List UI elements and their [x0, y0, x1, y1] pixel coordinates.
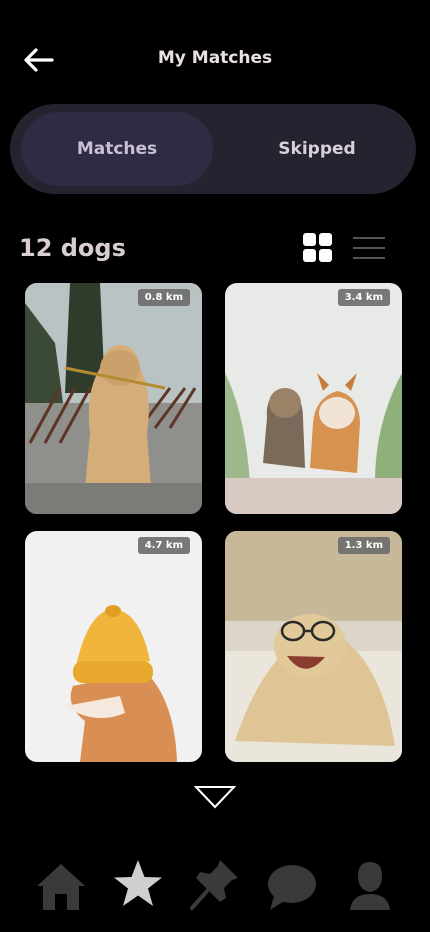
chevron-down-icon: [193, 786, 237, 809]
star-icon: [114, 860, 162, 906]
home-icon: [37, 864, 85, 910]
nav-home[interactable]: [33, 856, 89, 912]
header: My Matches: [0, 32, 430, 88]
pin-icon: [190, 860, 238, 910]
load-more-button[interactable]: [193, 784, 237, 810]
bottom-nav: [0, 852, 430, 918]
distance-badge: 1.3 km: [337, 537, 390, 554]
dog-card[interactable]: 1.3 km: [225, 531, 402, 762]
dog-card[interactable]: 3.4 km: [225, 283, 402, 514]
grid-view-button[interactable]: [303, 233, 333, 263]
dog-photo: [25, 531, 202, 762]
dog-card[interactable]: 0.8 km: [25, 283, 202, 514]
tab-skipped[interactable]: Skipped: [221, 112, 413, 186]
nav-pinned[interactable]: [186, 856, 242, 912]
profile-icon: [350, 862, 390, 910]
nav-favorites[interactable]: [110, 856, 166, 912]
chat-icon: [268, 865, 316, 910]
dog-photo: [225, 283, 402, 514]
dog-card[interactable]: 4.7 km: [25, 531, 202, 762]
dog-count: 12 dogs: [19, 234, 126, 262]
list-view-button[interactable]: [353, 235, 385, 261]
distance-badge: 0.8 km: [137, 289, 190, 306]
nav-profile[interactable]: [342, 856, 398, 912]
matches-skipped-toggle: Matches Skipped: [10, 104, 416, 194]
distance-badge: 3.4 km: [337, 289, 390, 306]
tab-matches[interactable]: Matches: [21, 112, 213, 186]
page-title: My Matches: [157, 48, 273, 68]
dog-photo: [25, 283, 202, 514]
dog-photo: [225, 531, 402, 762]
nav-messages[interactable]: [264, 856, 320, 912]
distance-badge: 4.7 km: [137, 537, 190, 554]
